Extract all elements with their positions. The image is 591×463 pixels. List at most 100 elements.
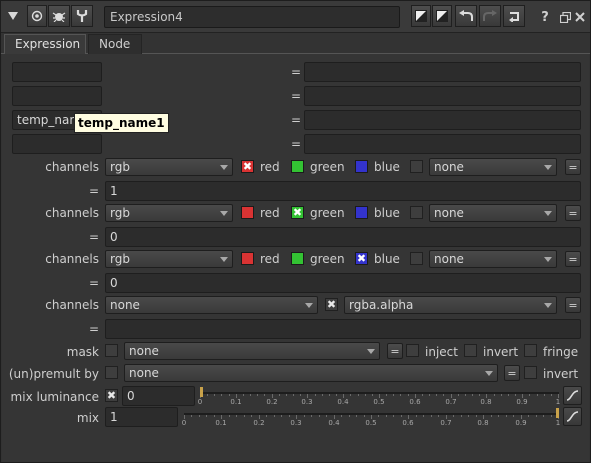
layer-dropdown[interactable]: rgb [105, 158, 233, 176]
circle-dot-icon[interactable] [27, 5, 47, 27]
bug-icon[interactable] [48, 5, 70, 27]
green-checkbox-icon[interactable] [291, 252, 304, 265]
layer-dropdown[interactable]: rgb [105, 204, 233, 222]
slider-tick-label: 1 [555, 419, 561, 427]
slider-tick [349, 415, 350, 417]
channels-label: channels [45, 298, 99, 312]
revert-icon[interactable] [503, 5, 525, 27]
mix-luminance-value-field[interactable]: 0 [122, 386, 195, 406]
slider-tick [207, 394, 208, 396]
red-label: red [260, 252, 280, 266]
slider-tick [250, 394, 251, 396]
question-icon[interactable]: ? [535, 7, 555, 27]
slider-tick [498, 415, 499, 417]
extra-channel-dropdown[interactable]: none [429, 204, 557, 222]
equals-button[interactable]: = [565, 159, 581, 175]
slider-tick-label: 0.4 [328, 419, 340, 427]
node-name-field[interactable]: Expression4 [104, 6, 400, 28]
unpremult-label: (un)premult by [8, 367, 99, 381]
extra-channel-dropdown[interactable]: none [429, 250, 557, 268]
equals-button[interactable]: = [565, 205, 581, 221]
invert-checkbox[interactable] [464, 344, 477, 357]
color-swatch-icon[interactable] [432, 5, 452, 27]
equals-button[interactable]: = [565, 297, 581, 313]
green-checkbox-icon[interactable]: ✖ [291, 206, 304, 219]
slider-tick-label: 0 [197, 398, 203, 406]
collapse-triangle-icon[interactable] [5, 5, 21, 27]
undo-icon[interactable] [455, 5, 477, 27]
close-icon[interactable] [570, 7, 590, 27]
temp-expression-field[interactable] [304, 62, 581, 82]
equals-button[interactable]: = [387, 343, 403, 359]
channel-expression-field[interactable]: 1 [105, 181, 581, 201]
fringe-checkbox[interactable] [524, 344, 537, 357]
unpremult-dropdown[interactable]: none [124, 364, 498, 382]
channel-expression-field[interactable]: 0 [105, 227, 581, 247]
green-label: green [310, 252, 345, 266]
tab-expression[interactable]: Expression [4, 34, 86, 54]
channel-expression-field[interactable]: 0 [105, 273, 581, 293]
blue-checkbox-icon[interactable] [355, 160, 368, 173]
slider-tick [326, 415, 327, 417]
mix-label: mix [76, 411, 99, 425]
slider-tick [476, 415, 477, 417]
layer-dropdown[interactable]: rgb [105, 250, 233, 268]
mask-checkbox[interactable] [105, 344, 118, 357]
red-checkbox-icon[interactable]: ✖ [241, 160, 254, 173]
mix-luminance-slider[interactable]: 0 0.1 0.2 0.3 0.4 0.5 0.6 0.7 0.8 0.9 1 [197, 387, 560, 409]
temp-expression-field[interactable] [304, 86, 581, 106]
tab-node[interactable]: Node [88, 34, 142, 54]
slider-handle[interactable] [556, 408, 559, 418]
mix-luminance-checkbox-icon[interactable]: ✖ [105, 389, 118, 402]
curve-icon[interactable] [563, 407, 582, 426]
color-swatch-icon[interactable] [411, 5, 431, 27]
inject-label: inject [425, 345, 458, 359]
slider-tick [529, 394, 530, 396]
mix-slider[interactable]: 0 0.1 0.2 0.3 0.4 0.5 0.6 0.7 0.8 0.9 1 [182, 408, 561, 430]
slider-handle[interactable] [200, 387, 203, 397]
alpha-checkbox-icon[interactable]: ✖ [325, 298, 338, 311]
curve-icon[interactable] [563, 386, 582, 405]
tab-bar: Expression Node [1, 33, 590, 54]
layer-dropdown[interactable]: none [105, 296, 318, 314]
temp-name-field[interactable] [12, 86, 102, 106]
unpremult-invert-label: invert [543, 367, 579, 381]
extra-channel-checkbox[interactable] [410, 252, 423, 265]
slider-tick [364, 415, 365, 417]
wrench-icon[interactable] [71, 5, 93, 27]
equals-sign: = [290, 65, 302, 79]
blue-checkbox-icon[interactable] [355, 206, 368, 219]
slider-tick [356, 415, 357, 417]
redo-icon[interactable] [479, 5, 501, 27]
unpremult-checkbox[interactable] [105, 366, 118, 379]
temp-name-field[interactable] [12, 134, 102, 154]
slider-tick [274, 415, 275, 417]
alpha-expression-field[interactable] [105, 319, 581, 339]
slider-tick-label: 0.1 [230, 398, 242, 406]
slider-tick [393, 415, 394, 417]
extra-channel-checkbox[interactable] [410, 160, 423, 173]
red-checkbox-icon[interactable] [241, 206, 254, 219]
equals-button[interactable]: = [565, 251, 581, 267]
alpha-channel-dropdown[interactable]: rgba.alpha [344, 296, 557, 314]
extra-channel-dropdown[interactable]: none [429, 158, 557, 176]
red-checkbox-icon[interactable] [241, 252, 254, 265]
mix-value-field[interactable]: 1 [105, 407, 178, 427]
blue-checkbox-icon[interactable]: ✖ [355, 252, 368, 265]
green-checkbox-icon[interactable] [291, 160, 304, 173]
slider-tick [543, 415, 544, 417]
extra-channel-checkbox[interactable] [410, 206, 423, 219]
slider-tick [458, 394, 459, 396]
temp-name-field[interactable] [12, 62, 102, 82]
mask-dropdown[interactable]: none [124, 342, 380, 360]
temp-expression-field[interactable] [304, 134, 581, 154]
slider-tick [221, 394, 222, 396]
slider-tick [501, 394, 502, 396]
inject-checkbox[interactable] [406, 344, 419, 357]
equals-button[interactable]: = [504, 365, 520, 381]
unpremult-invert-checkbox[interactable] [524, 366, 537, 379]
mix-luminance-label: mix luminance [10, 390, 99, 404]
equals-sign: = [88, 276, 100, 290]
slider-tick [416, 415, 417, 417]
temp-expression-field[interactable] [304, 110, 581, 130]
